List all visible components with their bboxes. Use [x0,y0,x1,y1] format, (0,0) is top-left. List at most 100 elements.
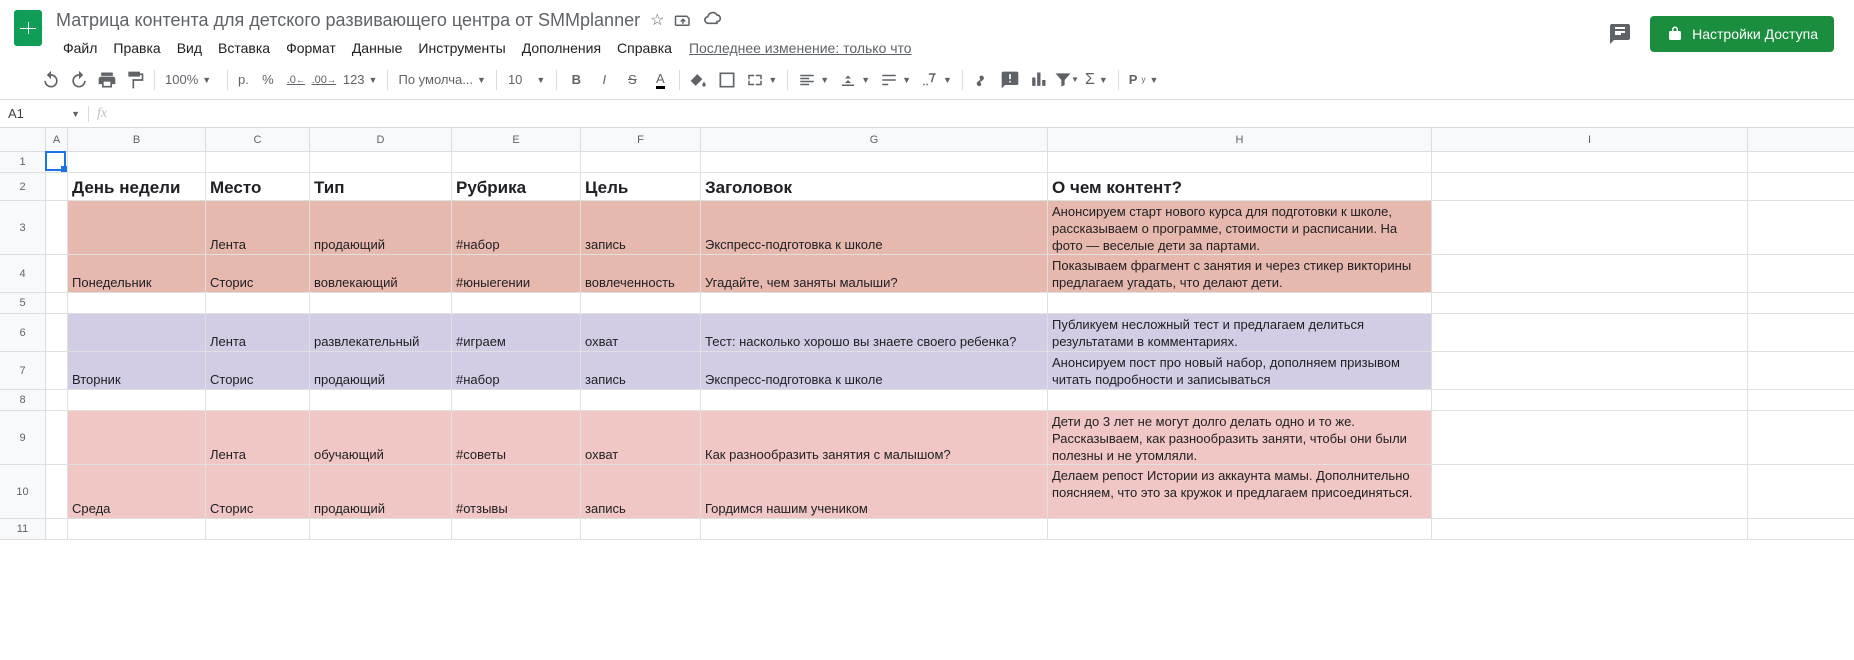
cell[interactable] [310,293,452,313]
halign-dropdown[interactable]: ▼ [794,68,833,92]
cell[interactable] [1432,390,1748,410]
cell[interactable] [452,152,581,172]
strike-button[interactable]: S [619,67,645,93]
cell[interactable]: Место [206,173,310,200]
cell[interactable]: запись [581,465,701,518]
cell[interactable] [310,390,452,410]
cell[interactable] [1432,465,1748,518]
cell[interactable] [46,390,68,410]
cell[interactable]: обучающий [310,411,452,464]
cell[interactable]: Лента [206,314,310,351]
last-edit-link[interactable]: Последнее изменение: только что [689,40,912,56]
redo-button[interactable] [66,67,92,93]
cloud-icon[interactable] [702,10,722,30]
row-header-1[interactable]: 1 [0,152,46,173]
menu-edit[interactable]: Правка [106,36,167,60]
cell[interactable]: #юныегении [452,255,581,292]
cell[interactable] [68,201,206,254]
cell[interactable]: Вторник [68,352,206,389]
cell[interactable] [68,293,206,313]
column-header-A[interactable]: A [46,128,68,151]
undo-button[interactable] [38,67,64,93]
cell[interactable]: Сторис [206,352,310,389]
comments-button[interactable] [1602,16,1638,52]
cell[interactable]: #советы [452,411,581,464]
cell[interactable] [1432,352,1748,389]
percent-button[interactable]: % [255,67,281,93]
input-tools-dropdown[interactable]: Ру▼ [1125,68,1163,92]
cell[interactable] [581,390,701,410]
cell[interactable] [206,390,310,410]
cell[interactable] [701,390,1048,410]
cell[interactable]: вовлекающий [310,255,452,292]
number-format-dropdown[interactable]: 123▼ [339,68,382,92]
text-color-button[interactable]: A [647,67,673,93]
cell[interactable] [46,519,68,539]
row-header-9[interactable]: 9 [0,411,46,465]
cell[interactable]: Сторис [206,255,310,292]
cell[interactable]: продающий [310,201,452,254]
select-all-corner[interactable] [0,128,46,151]
cell[interactable] [1432,293,1748,313]
paint-format-button[interactable] [122,67,148,93]
increase-decimal-button[interactable]: .00→ [311,67,337,93]
row-header-7[interactable]: 7 [0,352,46,390]
cell[interactable] [46,255,68,292]
cell[interactable] [1432,314,1748,351]
cell[interactable]: Угадайте, чем заняты малыши? [701,255,1048,292]
menu-tools[interactable]: Инструменты [411,36,512,60]
cell[interactable]: Показываем фрагмент с занятия и через ст… [1048,255,1432,292]
cell[interactable]: продающий [310,352,452,389]
cell[interactable]: вовлеченность [581,255,701,292]
cell[interactable] [452,293,581,313]
font-dropdown[interactable]: По умолча...▼ [394,68,489,92]
cell[interactable] [310,519,452,539]
functions-dropdown[interactable]: Σ▼ [1081,68,1112,92]
cell[interactable] [1048,152,1432,172]
cell[interactable]: Как разнообразить занятия с малышом? [701,411,1048,464]
cell[interactable] [46,173,68,200]
wrap-dropdown[interactable]: ▼ [876,68,915,92]
merge-dropdown[interactable]: ▼ [742,68,781,92]
menu-view[interactable]: Вид [170,36,209,60]
spreadsheet-grid[interactable]: ABCDEFGHI 1234567891011 День неделиМесто… [0,128,1854,540]
cell[interactable]: #играем [452,314,581,351]
decrease-decimal-button[interactable]: .0← [283,67,309,93]
filter-button[interactable]: ▼ [1053,67,1079,93]
cell[interactable]: Среда [68,465,206,518]
cell[interactable]: О чем контент? [1048,173,1432,200]
column-header-B[interactable]: B [68,128,206,151]
cell[interactable]: продающий [310,465,452,518]
zoom-dropdown[interactable]: 100%▼ [161,68,221,92]
cell[interactable] [68,314,206,351]
cell[interactable] [452,390,581,410]
cell[interactable] [310,152,452,172]
cell[interactable]: Заголовок [701,173,1048,200]
cell[interactable]: охват [581,411,701,464]
cell[interactable] [701,152,1048,172]
row-header-8[interactable]: 8 [0,390,46,411]
link-button[interactable] [969,67,995,93]
column-header-H[interactable]: H [1048,128,1432,151]
cell[interactable]: Сторис [206,465,310,518]
borders-button[interactable] [714,67,740,93]
cell[interactable] [46,411,68,464]
font-size-dropdown[interactable]: 10▼ [503,68,550,92]
cell[interactable]: #отзывы [452,465,581,518]
menu-help[interactable]: Справка [610,36,679,60]
cell[interactable]: Тест: насколько хорошо вы знаете своего … [701,314,1048,351]
move-icon[interactable] [674,11,692,29]
cell[interactable] [1432,173,1748,200]
italic-button[interactable]: I [591,67,617,93]
cell[interactable] [68,519,206,539]
cell[interactable] [581,519,701,539]
cell[interactable] [46,465,68,518]
cell[interactable] [581,152,701,172]
cell[interactable] [1432,411,1748,464]
cell[interactable] [46,293,68,313]
cell[interactable] [1048,390,1432,410]
cell[interactable]: запись [581,352,701,389]
cell[interactable]: Дети до 3 лет не могут долго делать одно… [1048,411,1432,464]
name-box[interactable]: A1▼ [0,106,88,121]
cell[interactable]: Тип [310,173,452,200]
